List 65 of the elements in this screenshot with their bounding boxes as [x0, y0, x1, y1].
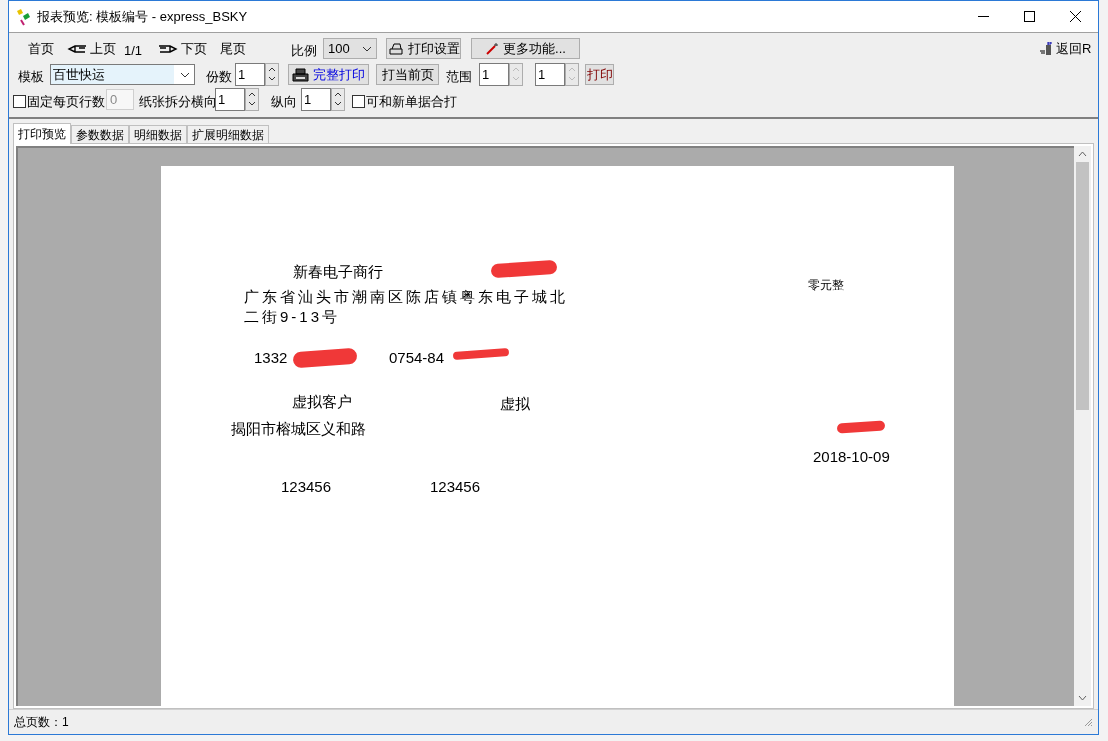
scale-dropdown[interactable]: 100 — [323, 38, 377, 59]
scroll-thumb[interactable] — [1076, 162, 1089, 410]
printed-field: 1332 — [254, 347, 288, 370]
last-page-button[interactable]: 尾页 — [220, 40, 246, 58]
total-pages-label: 总页数：1 — [14, 714, 69, 731]
tab[interactable]: 扩展明细数据 — [187, 125, 269, 143]
more-functions-button[interactable]: 更多功能... — [471, 38, 580, 59]
maximize-icon — [1023, 11, 1035, 22]
close-icon — [1069, 11, 1081, 22]
redaction-mark — [292, 347, 358, 369]
print-setup-button[interactable]: 打印设置 — [386, 38, 461, 59]
field-label: 模板 — [18, 68, 44, 86]
spin-buttons[interactable] — [245, 88, 259, 111]
printed-field: 0754-84 — [389, 347, 445, 370]
printed-field: 零元整 — [808, 276, 844, 294]
chevron-down-icon — [362, 45, 372, 52]
window-title: 报表预览: 模板编号 - express_BSKY — [37, 7, 248, 26]
printer-icon — [387, 42, 404, 55]
range-to-field[interactable]: 1 — [535, 63, 565, 86]
spin-buttons[interactable] — [331, 88, 345, 111]
tab[interactable]: 参数数据 — [71, 125, 129, 143]
fixed-rows-label: 固定每页行数 — [27, 93, 105, 111]
vertical-scrollbar[interactable] — [1074, 146, 1091, 706]
fixed-rows-checkbox[interactable] — [13, 95, 26, 109]
printer-icon — [292, 67, 309, 82]
field-label: 份数 — [206, 68, 232, 86]
tab[interactable]: 明细数据 — [129, 125, 187, 143]
previous-page-button[interactable]: 上页 — [67, 40, 116, 58]
printed-field: 123456 — [281, 476, 332, 499]
field-label: 纸张拆分横向 — [139, 93, 217, 111]
copies-field[interactable]: 1 — [235, 63, 265, 86]
merge-print-checkbox[interactable] — [352, 95, 365, 109]
field-label: 纵向 — [271, 93, 297, 111]
printed-field: 虚拟客户 — [292, 391, 352, 414]
resize-grip-icon — [1083, 717, 1093, 727]
first-page-button[interactable]: 首页 — [28, 40, 54, 58]
back-button[interactable]: 返回R — [1039, 39, 1092, 59]
template-dropdown[interactable]: 百世快运 — [50, 64, 195, 85]
redaction-mark — [490, 259, 558, 279]
full-print-button[interactable]: 完整打印 — [288, 64, 369, 85]
vertical-split-field[interactable]: 1 — [301, 88, 331, 111]
printed-field: 2018-10-09 — [813, 446, 890, 469]
printed-field: 123456 — [430, 476, 481, 499]
print-button[interactable]: 打印 — [585, 64, 614, 85]
minimize-icon — [977, 15, 989, 18]
printed-field: 虚拟 — [500, 393, 530, 416]
printed-field: 广东省汕头市潮南区陈店镇粤东电子城北二街9-13号 — [244, 287, 579, 327]
field-label: 比例 — [291, 42, 317, 60]
printed-field: 揭阳市榕城区义和路 — [231, 418, 366, 441]
range-from-field[interactable]: 1 — [479, 63, 509, 86]
merge-print-label: 可和新单据合打 — [366, 93, 457, 111]
redaction-mark — [836, 420, 886, 434]
printed-field: 新春电子商行 — [293, 261, 383, 284]
redaction-mark — [452, 348, 510, 360]
tab[interactable]: 打印预览 — [13, 123, 71, 144]
next-page-button[interactable]: 下页 — [158, 40, 207, 58]
app-icon — [15, 7, 33, 26]
magic-wand-icon — [485, 41, 500, 56]
spin-buttons[interactable] — [265, 63, 279, 86]
exit-door-icon — [1039, 41, 1053, 56]
field-label: 范围 — [446, 68, 472, 86]
page-counter: 1/1 — [124, 42, 143, 60]
horizontal-split-field[interactable]: 1 — [215, 88, 245, 111]
print-current-page-button[interactable]: 打当前页 — [376, 64, 439, 85]
chevron-down-icon — [180, 71, 190, 78]
